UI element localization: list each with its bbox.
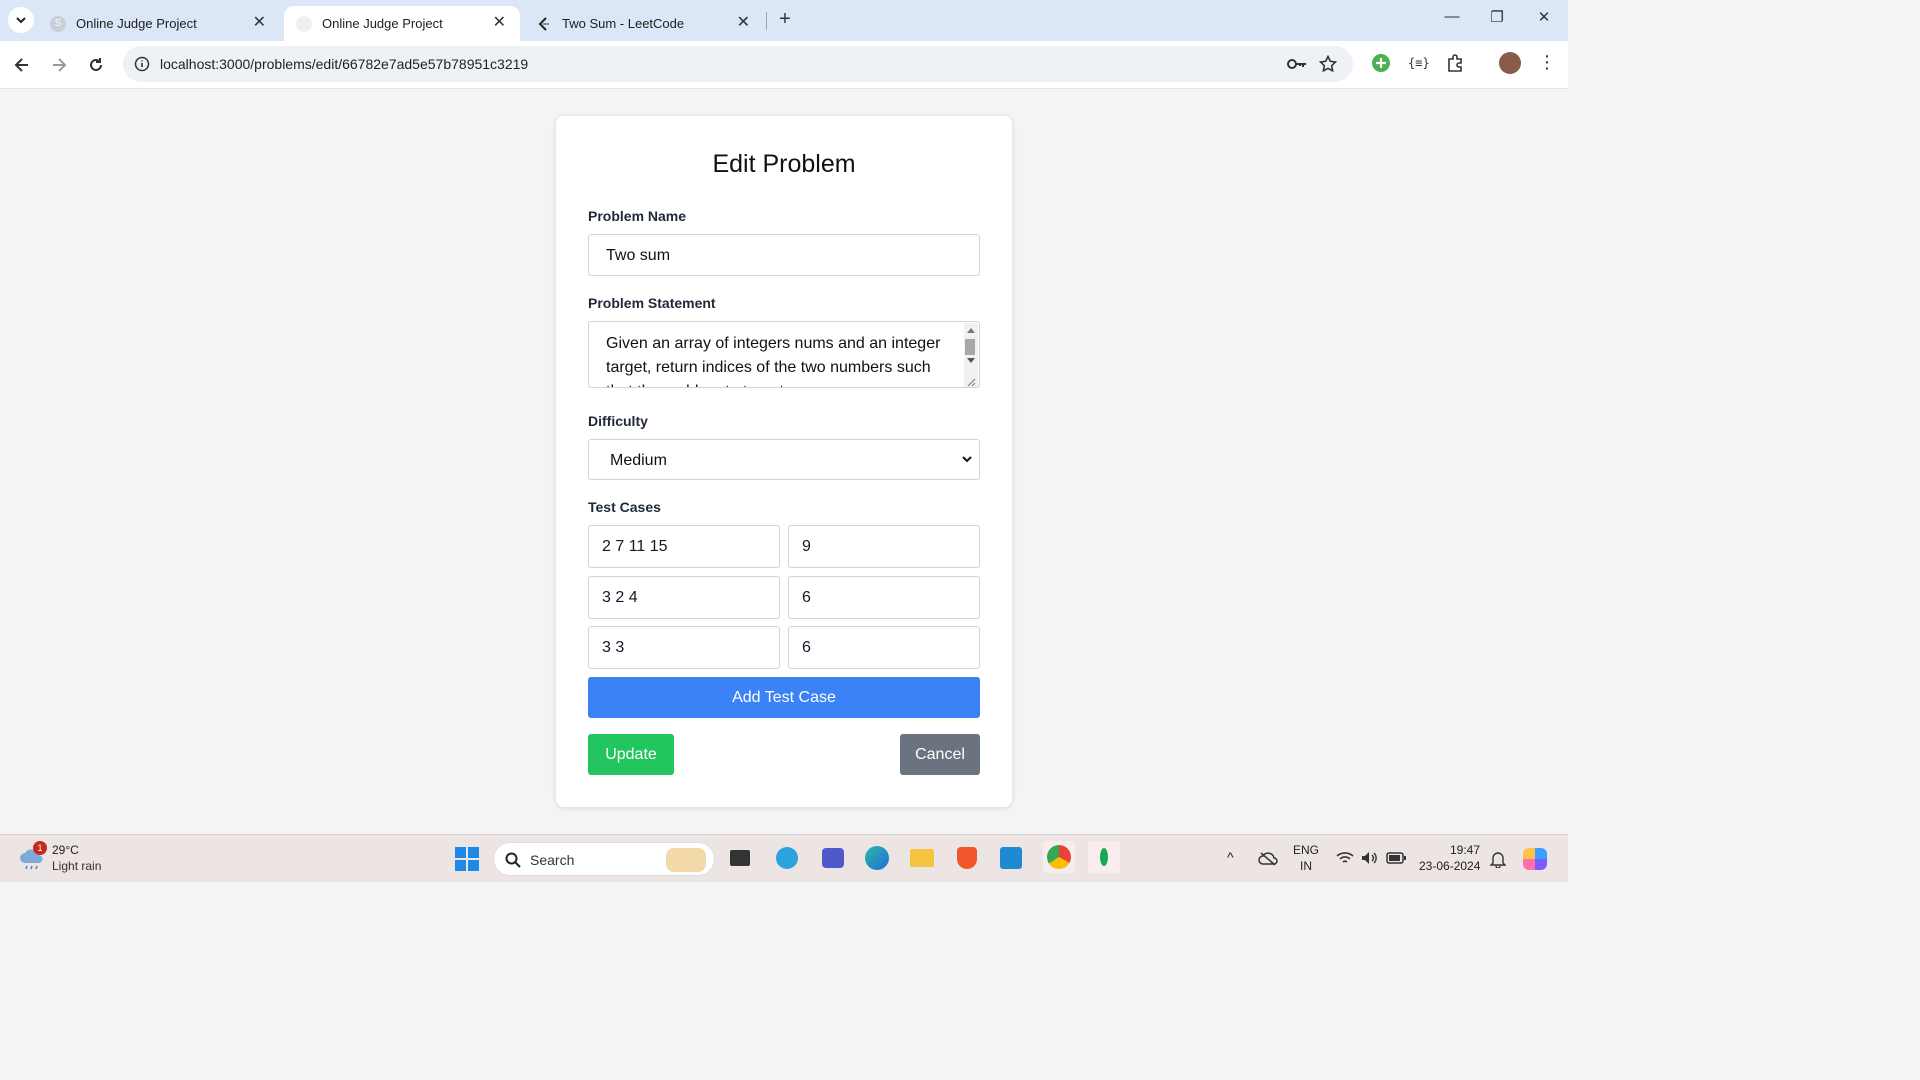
arrow-left-icon	[14, 58, 28, 72]
testcase-output-value: 6	[802, 639, 811, 656]
tab-leetcode[interactable]: Two Sum - LeetCode ✕	[524, 6, 764, 41]
resize-handle-icon[interactable]	[967, 378, 976, 387]
testcase-input-value: 2 7 11 15	[602, 538, 668, 555]
tab-strip: S Online Judge Project ✕ Online Judge Pr…	[0, 0, 1568, 41]
testcase-input-field[interactable]: 3 3	[588, 626, 780, 669]
menu-kebab-icon[interactable]: ⋮	[1538, 53, 1556, 71]
scroll-down-icon[interactable]	[967, 358, 975, 364]
difficulty-select[interactable]: Medium	[588, 439, 980, 480]
clock-time[interactable]: 19:47	[1450, 843, 1480, 857]
tray-overflow-chevron-icon[interactable]: ^	[1227, 849, 1234, 865]
taskbar: 1 29°C Light rain Search ^ ENG IN 19:47 …	[0, 834, 1568, 882]
weather-badge: 1	[33, 841, 47, 855]
weather-description: Light rain	[52, 859, 102, 873]
new-tab-button[interactable]: +	[774, 8, 796, 32]
chrome-icon[interactable]	[1043, 841, 1075, 873]
password-key-icon[interactable]	[1286, 55, 1308, 73]
weather-widget[interactable]: 1 29°C Light rain	[16, 835, 116, 883]
tab-divider	[766, 12, 767, 30]
minimize-button[interactable]: —	[1440, 8, 1464, 25]
brave-icon[interactable]	[954, 845, 980, 871]
tab-title: Two Sum - LeetCode	[562, 16, 685, 31]
teams-icon[interactable]	[820, 845, 846, 871]
testcase-output-field[interactable]: 6	[788, 576, 980, 619]
testcase-input-value: 3 3	[602, 639, 625, 656]
problem-statement-textarea[interactable]: Given an array of integers nums and an i…	[588, 321, 980, 388]
edge-icon[interactable]	[864, 845, 890, 871]
reload-button[interactable]	[84, 53, 108, 77]
page-title: Edit Problem	[712, 150, 856, 178]
scrollbar-thumb[interactable]	[965, 339, 975, 355]
search-highlight-icon	[666, 848, 706, 872]
problem-statement-label: Problem Statement	[588, 295, 716, 311]
tab-title: Online Judge Project	[322, 16, 443, 31]
testcase-output-value: 6	[802, 589, 811, 606]
testcase-input-field[interactable]: 3 2 4	[588, 576, 780, 619]
tab-search-button[interactable]	[8, 7, 34, 33]
problem-statement-value: Given an array of integers nums and an i…	[606, 335, 941, 387]
add-test-case-button[interactable]: Add Test Case	[588, 677, 980, 718]
clock-date[interactable]: 23-06-2024	[1419, 859, 1480, 873]
update-button[interactable]: Update	[588, 734, 674, 775]
tab-favicon-icon: S	[50, 15, 66, 32]
profile-avatar[interactable]	[1499, 52, 1521, 74]
vscode-icon[interactable]	[998, 845, 1024, 871]
close-icon[interactable]: ✕	[253, 15, 266, 31]
testcase-input-field[interactable]: 2 7 11 15	[588, 525, 780, 568]
address-bar[interactable]: localhost:3000/problems/edit/66782e7ad5e…	[123, 46, 1353, 82]
textarea-scrollbar[interactable]	[964, 323, 978, 387]
testcase-input-value: 3 2 4	[602, 589, 638, 606]
json-extension-icon[interactable]: {≡}	[1408, 56, 1430, 70]
extension-plus-icon[interactable]	[1371, 53, 1391, 73]
problem-name-value: Two sum	[606, 247, 671, 264]
telegram-icon[interactable]	[774, 845, 800, 871]
mongodb-compass-icon[interactable]	[1088, 841, 1120, 873]
window-close-button[interactable]: ✕	[1532, 8, 1556, 26]
difficulty-label: Difficulty	[588, 413, 648, 429]
back-button[interactable]	[10, 53, 34, 77]
testcase-output-field[interactable]: 6	[788, 626, 980, 669]
volume-icon[interactable]	[1361, 851, 1379, 865]
tab-title: Online Judge Project	[76, 16, 197, 31]
notification-bell-icon[interactable]	[1490, 850, 1506, 868]
difficulty-selected-value: Medium	[610, 452, 667, 469]
cancel-button[interactable]: Cancel	[900, 734, 980, 775]
file-explorer-icon[interactable]	[909, 845, 935, 871]
close-icon[interactable]: ✕	[737, 15, 750, 31]
bookmark-star-icon[interactable]	[1319, 55, 1337, 73]
scroll-up-icon[interactable]	[967, 327, 975, 333]
forward-button[interactable]	[47, 53, 71, 77]
copilot-icon[interactable]	[1523, 848, 1547, 870]
testcase-output-field[interactable]: 9	[788, 525, 980, 568]
wifi-icon[interactable]	[1336, 851, 1354, 865]
language-code[interactable]: ENG	[1293, 843, 1319, 857]
chevron-down-icon	[962, 456, 972, 463]
language-region[interactable]: IN	[1300, 859, 1312, 873]
tab-online-judge-2[interactable]: Online Judge Project ✕	[284, 6, 520, 41]
arrow-right-icon	[53, 58, 67, 72]
weather-temp: 29°C	[52, 843, 79, 857]
task-view-icon[interactable]	[727, 845, 753, 871]
extensions-puzzle-icon[interactable]	[1445, 53, 1465, 73]
search-icon	[505, 852, 521, 868]
test-cases-label: Test Cases	[588, 499, 661, 515]
problem-name-input[interactable]: Two sum	[588, 234, 980, 276]
problem-name-label: Problem Name	[588, 208, 687, 224]
close-icon[interactable]: ✕	[493, 15, 506, 31]
url-text[interactable]: localhost:3000/problems/edit/66782e7ad5e…	[160, 56, 528, 72]
tab-favicon-icon	[296, 15, 312, 32]
site-info-icon[interactable]	[134, 56, 150, 72]
taskbar-search[interactable]: Search	[493, 842, 715, 876]
testcase-output-value: 9	[802, 538, 811, 555]
taskbar-search-label: Search	[530, 852, 575, 868]
chevron-down-icon	[16, 17, 26, 24]
leetcode-favicon-icon	[536, 16, 552, 32]
restore-button[interactable]: ❐	[1485, 8, 1509, 26]
onedrive-offline-icon[interactable]	[1258, 851, 1278, 867]
windows-start-icon[interactable]	[455, 847, 479, 871]
tab-online-judge-1[interactable]: S Online Judge Project ✕	[38, 6, 280, 41]
browser-toolbar: localhost:3000/problems/edit/66782e7ad5e…	[0, 41, 1568, 89]
battery-icon[interactable]	[1386, 851, 1406, 865]
reload-icon	[90, 58, 102, 71]
